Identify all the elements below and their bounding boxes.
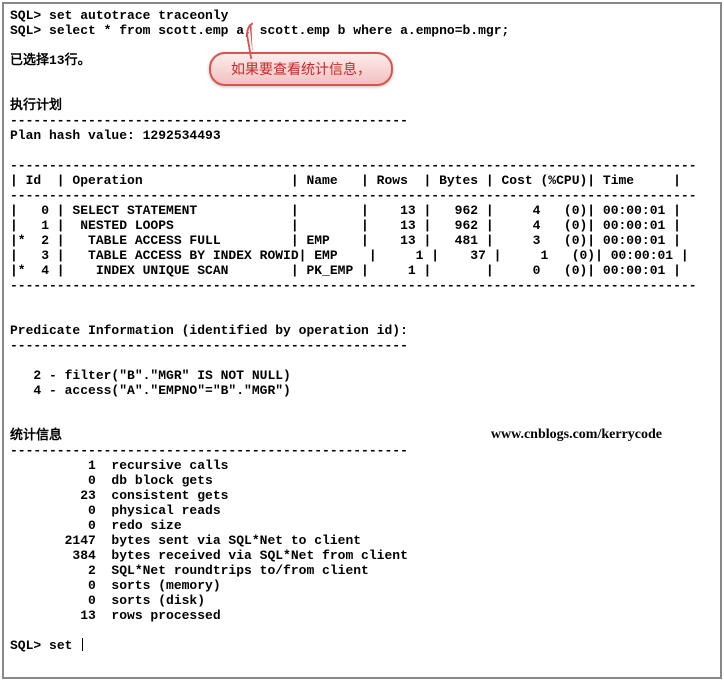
stats-heading: 统计信息 [10,428,62,443]
hr: ----------------------------------------… [10,188,697,203]
sql-prompt: SQL> [10,638,41,653]
predicate-lines: 2 - filter("B"."MGR" IS NOT NULL) 4 - ac… [10,368,291,398]
hr: ----------------------------------------… [10,278,697,293]
exec-plan-heading: 执行计划 [10,98,62,113]
stats-lines: 1 recursive calls 0 db block gets 23 con… [10,458,408,623]
cmd-select: select * from scott.emp a, scott.emp b w… [49,23,509,38]
watermark: www.cnblogs.com/kerrycode [491,427,662,443]
rows-selected-msg: 已选择13行。 [10,53,91,68]
plan-hash: Plan hash value: 1292534493 [10,128,221,143]
plan-body: | 0 | SELECT STATEMENT | | 13 | 962 | 4 … [10,203,689,278]
callout-text: 如果要查看统计信息， [231,61,371,77]
cursor-icon [82,638,83,651]
cmd-set-autotrace: set autotrace traceonly [49,8,228,23]
plan-header-row: | Id | Operation | Name | Rows | Bytes |… [10,173,681,188]
hr: ----------------------------------------… [10,158,697,173]
sql-prompt: SQL> [10,23,41,38]
cmd-set: set [49,638,72,653]
terminal-frame: SQL> set autotrace traceonly SQL> select… [2,2,722,679]
hr: ----------------------------------------… [10,443,408,458]
hr: ----------------------------------------… [10,113,408,128]
terminal-output[interactable]: SQL> set autotrace traceonly SQL> select… [10,8,714,653]
predicate-heading: Predicate Information (identified by ope… [10,323,408,338]
sql-prompt: SQL> [10,8,41,23]
hr: ----------------------------------------… [10,338,408,353]
annotation-callout: 如果要查看统计信息， [209,52,393,86]
